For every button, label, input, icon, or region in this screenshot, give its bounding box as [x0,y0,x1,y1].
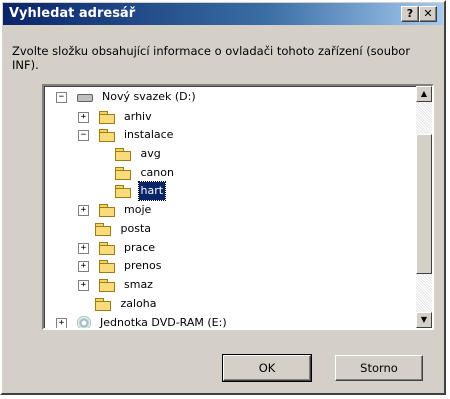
tree-item-label: avg [140,147,161,160]
hard-drive-icon [76,92,93,102]
collapse-toggle[interactable]: − [56,91,67,103]
tree-item-label-selected: hart [137,181,167,201]
expand-toggle[interactable]: + [78,111,89,123]
scroll-thumb[interactable] [416,134,432,274]
scroll-down-button[interactable]: ▼ [416,312,432,328]
folder-icon [95,223,111,236]
tree-item-label: instalace [124,128,174,141]
folder-tree[interactable]: − Nový svazek (D:) + arhiv − instalace a… [42,84,434,330]
tree-item-prace[interactable]: + prace [78,239,157,257]
tree-item-label: Nový svazek (D:) [102,90,196,103]
shared-folder-icon [98,260,115,273]
tree-item-avg[interactable]: avg [115,145,163,163]
tree-item-canon[interactable]: canon [115,164,176,182]
browse-folder-dialog: Vyhledat adresář ? ✕ Zvolte složku obsah… [0,0,446,395]
tree-item-label: Jednotka DVD-RAM (E:) [100,316,227,329]
folder-icon [98,242,115,255]
expand-toggle[interactable]: + [78,279,89,291]
tree-item-drive-d[interactable]: − Nový svazek (D:) [56,88,198,106]
tree-item-prenos[interactable]: + prenos [78,257,163,275]
folder-icon [115,148,131,161]
tree-item-drive-e[interactable]: + Jednotka DVD-RAM (E:) [56,314,229,329]
window-title: Vyhledat adresář [9,6,136,21]
dvd-drive-icon [76,316,91,328]
tree-item-smaz[interactable]: + smaz [78,276,155,294]
title-bar[interactable]: Vyhledat adresář ? ✕ [3,3,443,25]
cancel-button[interactable]: Storno [335,355,423,381]
instruction-text: Zvolte složku obsahující informace o ovl… [12,44,411,72]
folder-icon [98,111,115,124]
expand-toggle[interactable]: + [78,260,89,272]
folder-icon [98,279,115,292]
tree-item-label: canon [140,166,174,179]
collapse-toggle[interactable]: − [78,129,89,141]
tree-item-label: zaloha [120,297,157,310]
tree-item-moje[interactable]: + moje [78,201,153,219]
vertical-scrollbar[interactable]: ▲ ▼ [416,86,432,328]
tree-item-label: arhiv [124,110,152,123]
tree-item-hart[interactable]: hart [115,181,167,201]
tree-item-label: prenos [124,259,162,272]
folder-open-icon [98,129,115,142]
tree-item-arhiv[interactable]: + arhiv [78,108,154,126]
tree-item-instalace[interactable]: − instalace [78,126,175,144]
tree-item-label: smaz [124,278,153,291]
tree-item-label: prace [124,241,156,254]
help-button[interactable]: ? [401,6,419,22]
expand-toggle[interactable]: + [78,204,89,216]
expand-toggle[interactable]: + [78,242,89,254]
tree-item-zaloha[interactable]: zaloha [95,295,159,313]
scroll-up-button[interactable]: ▲ [416,86,432,102]
tree-item-label: posta [120,222,152,235]
folder-open-icon [115,185,131,198]
folder-icon [98,204,115,217]
folder-icon [115,167,131,180]
tree-item-posta[interactable]: posta [95,220,153,238]
close-button[interactable]: ✕ [419,6,437,22]
ok-button[interactable]: OK [222,354,312,382]
expand-toggle[interactable]: + [56,317,67,328]
folder-icon [95,298,111,311]
tree-item-label: moje [124,203,152,216]
